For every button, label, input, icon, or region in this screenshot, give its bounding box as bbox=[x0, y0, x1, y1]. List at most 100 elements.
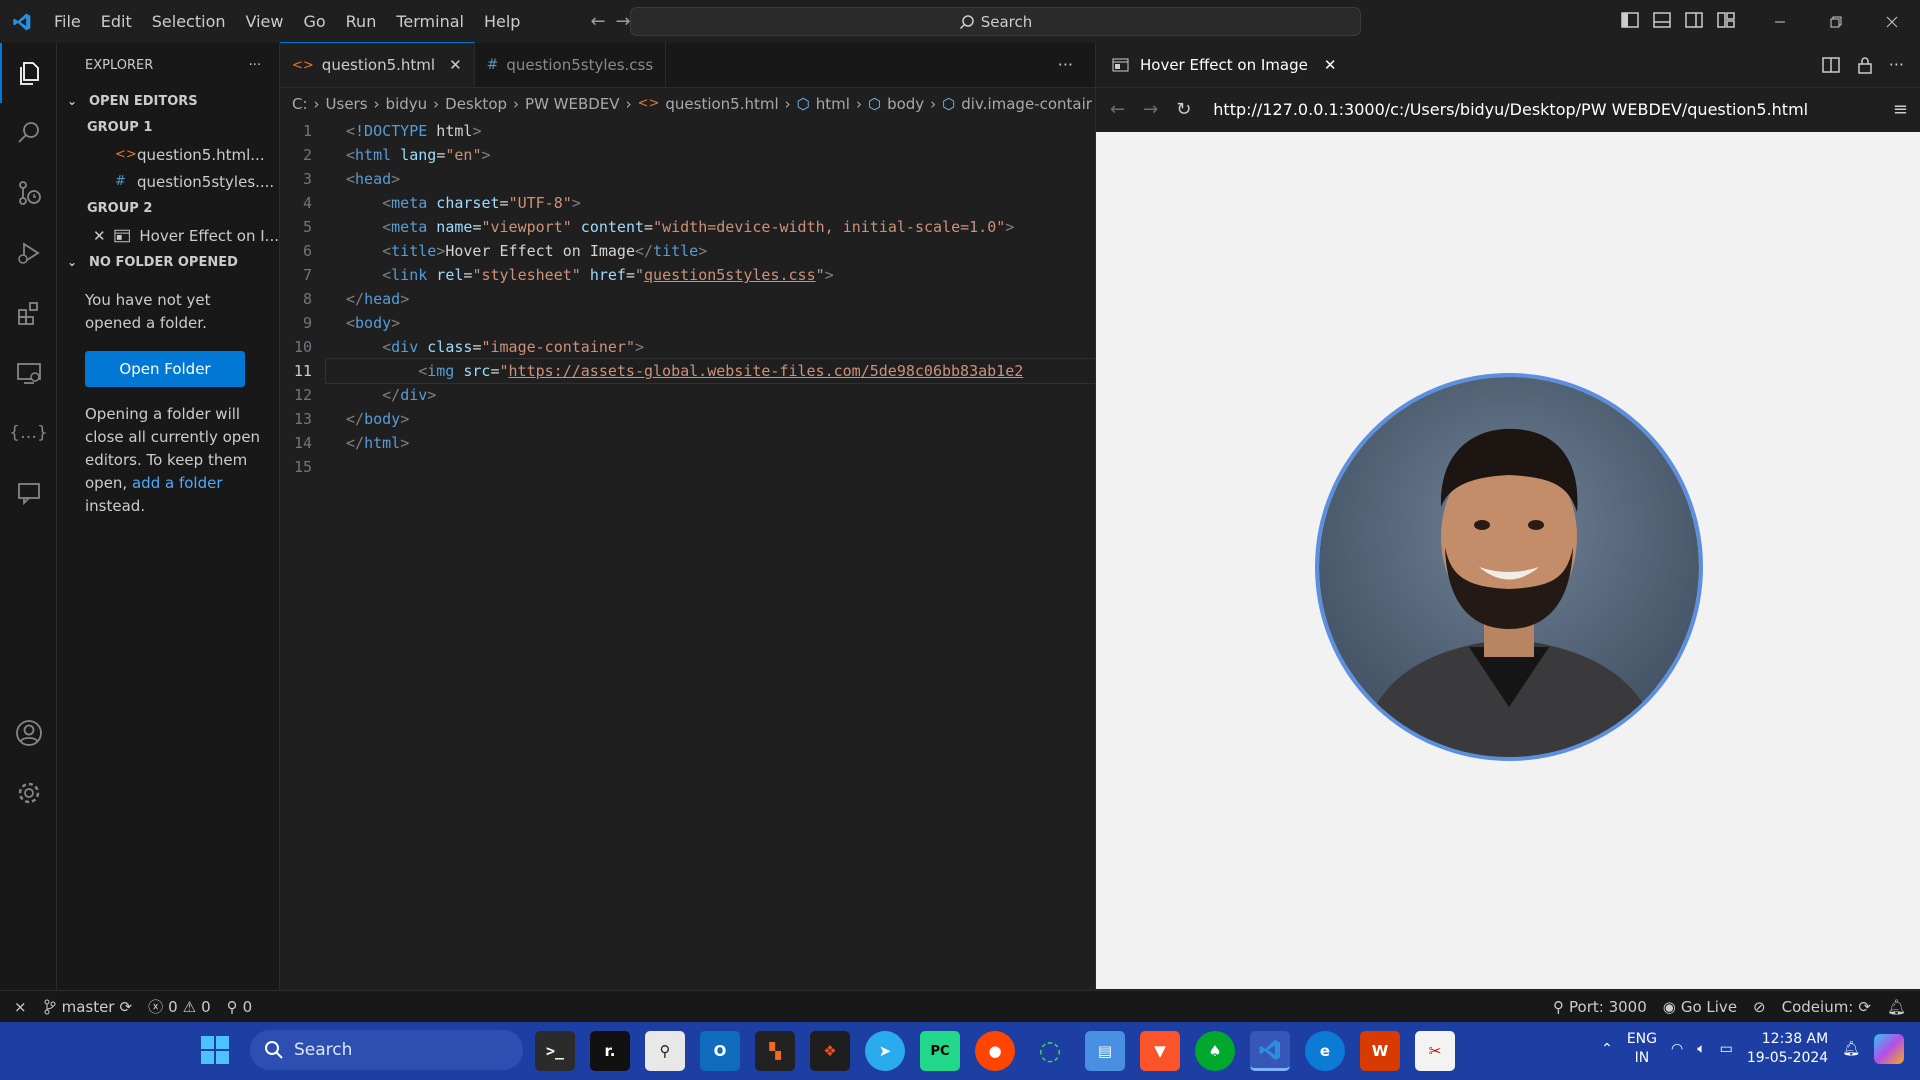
close-tab-icon[interactable]: ✕ bbox=[449, 56, 462, 74]
close-editor-icon[interactable]: ✕ bbox=[93, 227, 114, 245]
clock[interactable]: 12:38 AM 19-05-2024 bbox=[1747, 1030, 1828, 1068]
vscode-app-icon[interactable] bbox=[1250, 1031, 1290, 1071]
no-folder-section[interactable]: ⌄ NO FOLDER OPENED bbox=[57, 249, 279, 275]
port-status[interactable]: ⚲ Port: 3000 bbox=[1545, 998, 1655, 1016]
breadcrumb-item[interactable]: html bbox=[816, 95, 850, 113]
menu-edit[interactable]: Edit bbox=[91, 0, 142, 43]
code-line[interactable]: 12 </div> bbox=[280, 383, 1095, 407]
wifi-icon[interactable]: ◠ bbox=[1671, 1041, 1683, 1057]
snipping-tool-app-icon[interactable]: ✂ bbox=[1415, 1031, 1455, 1071]
code-line[interactable]: 3 <head> bbox=[280, 167, 1095, 191]
search-view-icon[interactable] bbox=[0, 103, 57, 163]
back-arrow-icon[interactable]: ← bbox=[590, 11, 605, 32]
code-line[interactable]: 7 <link rel="stylesheet" href="question5… bbox=[280, 263, 1095, 287]
reddit-app-icon[interactable]: ● bbox=[975, 1031, 1015, 1071]
code-editor[interactable]: 1 <!DOCTYPE html> 2 <html lang="en"> 3 <head>… bbox=[280, 119, 1097, 479]
account-icon[interactable] bbox=[0, 703, 57, 763]
toggle-secondary-sidebar-icon[interactable] bbox=[1684, 10, 1704, 30]
notification-bell-icon[interactable]: 🔔︎ bbox=[1842, 1041, 1860, 1057]
code-line[interactable]: 11 <img src="https://assets-global.websi… bbox=[280, 358, 1097, 384]
source-control-icon[interactable] bbox=[0, 163, 57, 223]
comments-icon[interactable] bbox=[0, 463, 57, 523]
taskbar-search[interactable]: Search bbox=[250, 1030, 523, 1070]
menu-file[interactable]: File bbox=[44, 0, 91, 43]
breadcrumb-item[interactable]: Desktop bbox=[445, 95, 507, 113]
more-actions-icon[interactable]: ··· bbox=[1889, 55, 1904, 75]
tab-question5styles-css[interactable]: # question5styles.css bbox=[475, 42, 667, 87]
menu-terminal[interactable]: Terminal bbox=[386, 0, 474, 43]
run-debug-icon[interactable] bbox=[0, 223, 57, 283]
menu-view[interactable]: View bbox=[236, 0, 294, 43]
brave-app-icon[interactable]: ▼ bbox=[1140, 1031, 1180, 1071]
remote-explorer-icon[interactable] bbox=[0, 343, 57, 403]
preview-back-icon[interactable]: ← bbox=[1110, 99, 1125, 120]
tab-question5-html[interactable]: <> question5.html ✕ bbox=[280, 42, 475, 87]
evernote-app-icon[interactable]: ♠ bbox=[1195, 1031, 1235, 1071]
breadcrumb-item[interactable]: question5.html bbox=[665, 95, 778, 113]
open-folder-button[interactable]: Open Folder bbox=[85, 351, 245, 387]
minimize-icon[interactable] bbox=[1752, 0, 1808, 43]
add-folder-link[interactable]: add a folder bbox=[132, 474, 223, 492]
restore-icon[interactable] bbox=[1808, 0, 1864, 43]
breadcrumb-item[interactable]: PW WEBDEV bbox=[525, 95, 620, 113]
outlook-app-icon[interactable]: O bbox=[700, 1031, 740, 1071]
group-2-header[interactable]: GROUP 2 bbox=[57, 195, 279, 222]
volume-icon[interactable]: 🔈︎ bbox=[1697, 1041, 1705, 1057]
battery-icon[interactable]: ▭ bbox=[1720, 1041, 1733, 1057]
toggle-primary-sidebar-icon[interactable] bbox=[1620, 10, 1640, 30]
code-line[interactable]: 4 <meta charset="UTF-8"> bbox=[280, 191, 1095, 215]
breadcrumb-item[interactable]: Users bbox=[326, 95, 368, 113]
terminal-app-icon[interactable]: >_ bbox=[535, 1031, 575, 1071]
notepad-app-icon[interactable]: ▤ bbox=[1085, 1031, 1125, 1071]
preview-url-field[interactable]: http://127.0.0.1:3000/c:/Users/bidyu/Des… bbox=[1209, 94, 1870, 125]
input-language[interactable]: ENG IN bbox=[1627, 1030, 1657, 1068]
group-1-header[interactable]: GROUP 1 bbox=[57, 114, 279, 141]
wps-office-app-icon[interactable]: W bbox=[1360, 1031, 1400, 1071]
json-braces-icon[interactable]: {…} bbox=[0, 403, 57, 463]
tray-overflow-chevron-icon[interactable]: ⌃ bbox=[1601, 1041, 1613, 1057]
menu-run[interactable]: Run bbox=[336, 0, 387, 43]
code-line[interactable]: 2 <html lang="en"> bbox=[280, 143, 1095, 167]
toggle-panel-icon[interactable] bbox=[1652, 10, 1672, 30]
close-window-icon[interactable] bbox=[1864, 0, 1920, 43]
codeium-status[interactable]: Codeium: ⟳ bbox=[1774, 998, 1879, 1016]
code-line[interactable]: 6 <title>Hover Effect on Image</title> bbox=[280, 239, 1095, 263]
reload-icon[interactable]: ↻ bbox=[1176, 99, 1191, 120]
command-center-search[interactable]: Search bbox=[630, 7, 1361, 36]
extensions-icon[interactable] bbox=[0, 283, 57, 343]
forward-arrow-icon[interactable]: → bbox=[616, 11, 631, 32]
ring-app-icon[interactable]: ◌ bbox=[1030, 1031, 1070, 1071]
open-editors-section[interactable]: ⌄ OPEN EDITORS bbox=[57, 88, 279, 114]
breadcrumb-item[interactable]: C: bbox=[292, 95, 308, 113]
menu-help[interactable]: Help bbox=[474, 0, 530, 43]
edge-app-icon[interactable]: e bbox=[1305, 1031, 1345, 1071]
copilot-icon[interactable] bbox=[1874, 1034, 1904, 1064]
no-bell-icon[interactable]: ⊘ bbox=[1745, 998, 1774, 1016]
ports-status[interactable]: ⚲ 0 bbox=[219, 998, 261, 1016]
settings-gear-icon[interactable] bbox=[0, 763, 57, 823]
notifications-bell-icon[interactable]: 🔔︎ bbox=[1879, 998, 1920, 1016]
open-editor-item[interactable]: # question5styles.... bbox=[57, 168, 279, 195]
menu-selection[interactable]: Selection bbox=[142, 0, 236, 43]
remote-indicator-icon[interactable]: ⨯ bbox=[0, 998, 35, 1016]
hamburger-menu-icon[interactable]: ≡ bbox=[1893, 99, 1908, 120]
explorer-more-icon[interactable]: ··· bbox=[249, 58, 261, 73]
preview-tab[interactable]: Hover Effect on Image ✕ bbox=[1096, 43, 1920, 88]
customize-layout-icon[interactable] bbox=[1716, 10, 1736, 30]
close-tab-icon[interactable]: ✕ bbox=[1324, 56, 1337, 74]
pycharm-app-icon[interactable]: PC bbox=[920, 1031, 960, 1071]
lock-icon[interactable] bbox=[1855, 55, 1875, 75]
code-line[interactable]: 15 bbox=[280, 455, 1095, 479]
open-editor-item[interactable]: <> question5.html... bbox=[57, 141, 279, 168]
code-line[interactable]: 1 <!DOCTYPE html> bbox=[280, 119, 1095, 143]
telegram-app-icon[interactable]: ➤ bbox=[865, 1031, 905, 1071]
explorer-icon[interactable] bbox=[0, 43, 57, 103]
r-app-icon[interactable]: r. bbox=[590, 1031, 630, 1071]
menu-go[interactable]: Go bbox=[293, 0, 335, 43]
code-line[interactable]: 5 <meta name="viewport" content="width=d… bbox=[280, 215, 1095, 239]
code-line[interactable]: 10 <div class="image-container"> bbox=[280, 335, 1095, 359]
code-line[interactable]: 9 <body> bbox=[280, 311, 1095, 335]
profile-portrait-image[interactable] bbox=[1315, 373, 1703, 761]
breadcrumb-item[interactable]: div.image-contair bbox=[961, 95, 1092, 113]
breadcrumb-item[interactable]: body bbox=[887, 95, 924, 113]
